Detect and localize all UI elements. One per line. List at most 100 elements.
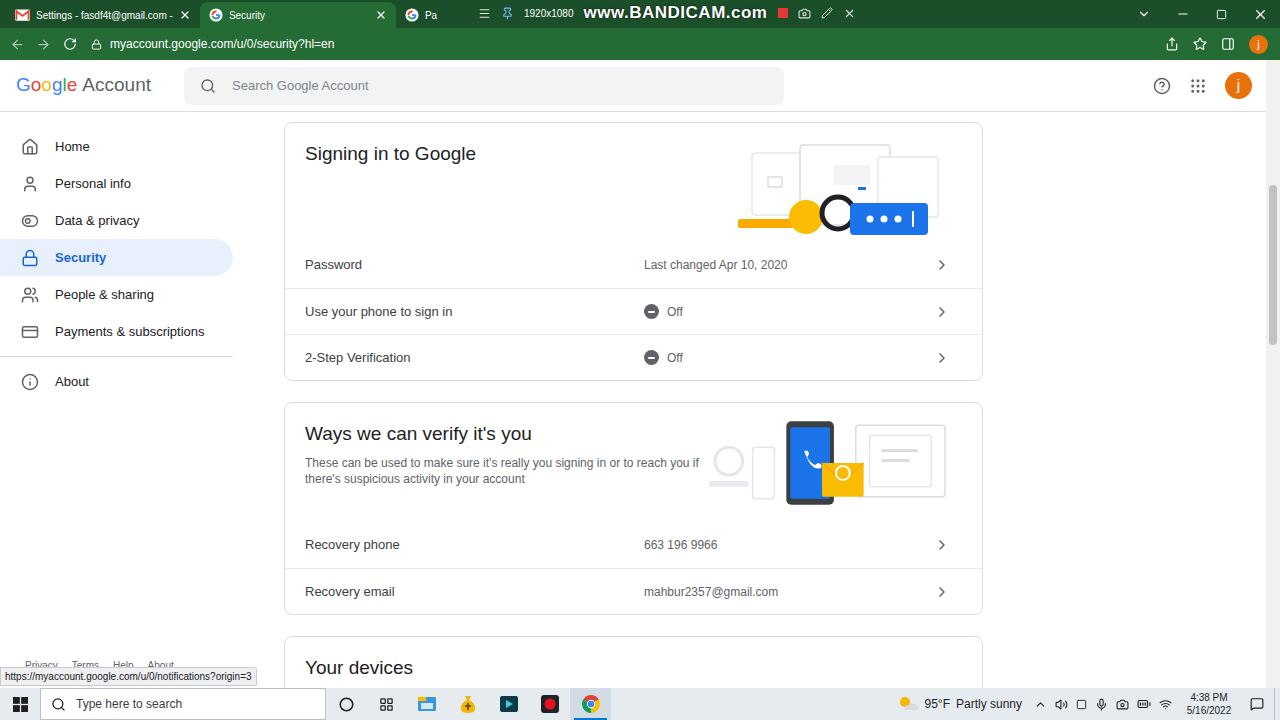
card-title: Signing in to Google [305, 141, 476, 167]
tray-app-icon[interactable] [1076, 699, 1087, 710]
row-label: Recovery email [305, 582, 644, 602]
task-view-button[interactable] [366, 688, 406, 720]
sidebar-item[interactable]: Personal info [0, 165, 233, 202]
profile-button[interactable]: j [1249, 35, 1268, 54]
settings-row[interactable]: PasswordLast changed Apr 10, 2020 [285, 242, 982, 288]
address-bar[interactable]: myaccount.google.com/u/0/security?hl=en [91, 35, 1165, 53]
record-icon[interactable] [778, 8, 788, 18]
settings-card: Your devices [284, 636, 983, 688]
tab-label: Settings - fasdf4t@gmail.com - [36, 8, 173, 23]
task-view-icon [379, 697, 394, 712]
chevron-right-icon [934, 257, 950, 273]
scrollbar-thumb[interactable] [1269, 185, 1277, 345]
sidebar-item[interactable]: Home [0, 128, 233, 165]
pencil-icon[interactable] [821, 7, 833, 19]
maximize-button[interactable] [1202, 0, 1241, 28]
google-account-logo[interactable]: GoogleAccount [16, 71, 184, 100]
back-icon[interactable] [10, 37, 25, 52]
taskbar-app[interactable] [488, 688, 529, 720]
taskbar-app[interactable] [529, 688, 570, 720]
weather-widget[interactable]: 95°F Partly sunny [898, 695, 1034, 713]
security-content: Signing in to Google PasswordLast changed… [240, 112, 1266, 688]
microphone-icon[interactable] [1095, 698, 1108, 711]
taskbar-search[interactable]: Type here to search [40, 688, 326, 720]
weather-temperature: 95°F [924, 695, 949, 713]
sidebar-item[interactable]: Payments & subscriptions [0, 313, 233, 350]
settings-row[interactable]: 2-Step VerificationOff [285, 334, 982, 380]
sidebar-item[interactable]: Security [0, 239, 233, 276]
clock-time: 4:38 PM [1190, 691, 1227, 704]
card-icon [21, 323, 39, 341]
bookmark-icon[interactable] [1193, 37, 1207, 51]
forward-icon[interactable] [36, 37, 51, 52]
signin-illustration [738, 141, 948, 241]
reload-icon[interactable] [63, 37, 77, 51]
start-button[interactable] [0, 688, 40, 720]
row-label: Recovery phone [305, 535, 644, 555]
taskbar-app[interactable] [406, 688, 447, 720]
taskbar-search-placeholder: Type here to search [76, 695, 182, 713]
status-url-tooltip: https://myaccount.google.com/u/0/notific… [0, 667, 257, 686]
notifications-button[interactable] [1240, 688, 1274, 720]
search-field[interactable]: Search Google Account [184, 67, 784, 105]
windows-icon [13, 697, 28, 712]
row-label: Use your phone to sign in [305, 302, 644, 322]
browser-tab[interactable]: Settings - fasdf4t@gmail.com - [6, 2, 200, 28]
notifications-icon [1250, 697, 1264, 711]
settings-row[interactable]: Recovery emailmahbur2357@gmail.com [285, 568, 982, 614]
clock[interactable]: 4:38 PM5/16/2022 [1178, 691, 1240, 717]
wifi-icon[interactable] [1159, 698, 1172, 711]
tab-search-button[interactable] [1124, 0, 1163, 28]
sidebar-item[interactable]: About [0, 363, 233, 400]
close-tab-icon[interactable] [179, 9, 191, 21]
close-tab-icon[interactable] [375, 9, 387, 21]
chevron-right-icon [934, 350, 950, 366]
taskbar-app[interactable] [447, 688, 488, 720]
pin-icon[interactable] [501, 7, 514, 20]
speaker-icon[interactable] [1055, 698, 1068, 711]
browser-tab[interactable]: Security [200, 2, 396, 28]
show-desktop[interactable] [1274, 688, 1280, 720]
chevron-right-icon [934, 304, 950, 320]
account-header: GoogleAccountSearch Google Account j [0, 60, 1266, 112]
card-description: These can be used to make sure it's real… [305, 455, 705, 487]
help-icon[interactable] [1153, 77, 1171, 95]
show-hidden-icon[interactable] [1034, 698, 1047, 711]
google-icon [405, 8, 419, 22]
media-app-icon [499, 694, 519, 714]
tray-camera-icon[interactable] [1116, 698, 1129, 711]
sidebar-item[interactable]: Data & privacy [0, 202, 233, 239]
tab-label: Security [229, 8, 369, 23]
camera-icon[interactable] [798, 7, 811, 20]
close-window-button[interactable] [1241, 0, 1280, 28]
verify-illustration [705, 421, 948, 511]
row-label: 2-Step Verification [305, 348, 644, 368]
off-status-icon [644, 350, 659, 365]
close-recorder-icon[interactable] [843, 7, 856, 20]
clock-date: 5/16/2022 [1187, 704, 1232, 717]
share-icon[interactable] [1165, 37, 1179, 51]
card-title: Ways we can verify it's you [305, 421, 705, 447]
weather-condition: Partly sunny [956, 695, 1022, 713]
settings-row[interactable]: Recovery phone663 196 9966 [285, 522, 982, 568]
settings-row[interactable]: Use your phone to sign in Off [285, 288, 982, 334]
row-value: Last changed Apr 10, 2020 [644, 256, 787, 274]
apps-icon[interactable] [1189, 77, 1207, 95]
battery-icon[interactable] [1137, 697, 1151, 711]
chevron-right-icon [934, 537, 950, 553]
close-icon [1253, 7, 1268, 22]
cortana-button[interactable] [326, 688, 366, 720]
minimize-button[interactable] [1163, 0, 1202, 28]
sidebar-item[interactable]: People & sharing [0, 276, 233, 313]
chevron-down-icon [1137, 7, 1151, 21]
recorder-icon [540, 694, 560, 714]
scrollbar[interactable] [1266, 60, 1280, 688]
gmail-icon [15, 9, 30, 21]
menu-icon[interactable] [478, 7, 491, 20]
lock-icon [21, 249, 39, 267]
account-avatar[interactable]: j [1225, 72, 1252, 99]
taskbar-app[interactable] [570, 688, 611, 720]
row-value: Off [667, 303, 683, 321]
off-status-icon [644, 304, 659, 319]
side-panel-icon[interactable] [1221, 37, 1235, 51]
